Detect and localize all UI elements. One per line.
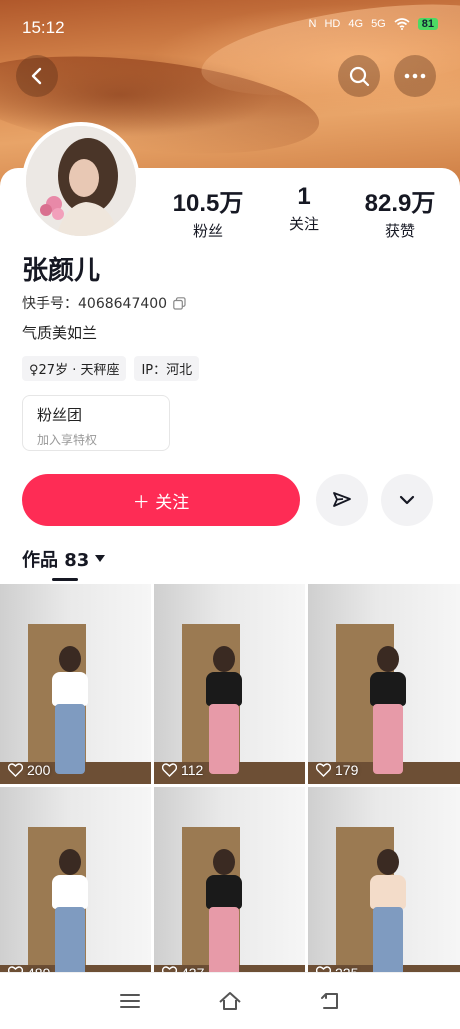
copy-icon[interactable] (173, 296, 186, 310)
caret-down-icon (95, 555, 106, 562)
follow-button[interactable]: ＋ 关注 (22, 474, 300, 526)
stat-label: 关注 (288, 215, 319, 233)
signal-4g-icon: 4G (348, 18, 364, 30)
thumbnail-person (370, 875, 406, 909)
thumbnail-person (206, 875, 242, 909)
user-id: 快手号：4068647400 (22, 296, 168, 312)
profile-bio: 气质美如兰 (22, 324, 98, 342)
work-thumbnail[interactable]: 225 (308, 787, 460, 987)
user-id-row: 快手号：4068647400 (22, 293, 186, 313)
home-icon[interactable] (218, 991, 242, 1011)
like-count-value: 112 (181, 762, 204, 778)
stat-number: 1 (297, 183, 311, 210)
like-count: 179 (316, 762, 358, 778)
share-button[interactable] (316, 474, 368, 526)
thumbnail-person (59, 646, 81, 672)
thumbnail-person (59, 849, 81, 875)
thumbnail-person (213, 849, 235, 875)
work-thumbnail[interactable]: 200 (0, 584, 151, 784)
like-count: 200 (8, 762, 50, 778)
work-thumbnail[interactable]: 112 (154, 584, 305, 784)
stat-likes[interactable]: 82.9万 获赞 (352, 183, 448, 241)
stat-number: 82.9万 (364, 190, 436, 217)
thumbnail-person (373, 704, 403, 774)
stat-followers[interactable]: 10.5万 粉丝 (160, 183, 256, 241)
system-nav-bar (0, 972, 460, 1029)
status-bar: 15:12 N HD 4G 5G 81 (0, 0, 460, 56)
stat-following[interactable]: 1 关注 (256, 183, 352, 234)
stat-number: 10.5万 (172, 190, 244, 217)
thumbnail-person (370, 672, 406, 706)
avatar[interactable] (22, 122, 140, 240)
status-time: 15:12 (22, 18, 65, 37)
wifi-icon (394, 18, 410, 30)
works-label: 作品 83 (22, 550, 90, 571)
search-button[interactable] (338, 55, 380, 97)
expand-button[interactable] (381, 474, 433, 526)
more-icon (404, 73, 426, 79)
heart-icon (316, 763, 331, 777)
work-thumbnail[interactable]: 489 (0, 787, 151, 987)
profile-stats: 10.5万 粉丝 1 关注 82.9万 获赞 (160, 183, 450, 240)
fan-club-subtitle: 加入享特权 (37, 433, 98, 447)
thumbnail-person (209, 907, 239, 977)
works-grid: 200 112 179 489437225 (0, 584, 460, 987)
stat-label: 获赞 (384, 222, 415, 240)
status-indicators: N HD 4G 5G 81 (309, 18, 438, 30)
tab-indicator (52, 578, 78, 581)
thumbnail-person (55, 704, 85, 774)
thumbnail-person (373, 907, 403, 977)
more-button[interactable] (394, 55, 436, 97)
like-count: 112 (162, 762, 203, 778)
heart-icon (162, 763, 177, 777)
thumbnail-person (206, 672, 242, 706)
signal-5g-icon: 5G (371, 18, 386, 30)
thumbnail-person (52, 672, 88, 706)
silent-icon: N (308, 18, 317, 30)
work-thumbnail[interactable]: 437 (154, 787, 305, 987)
avatar-image (26, 126, 136, 236)
battery-icon: 81 (417, 18, 438, 30)
like-count-value: 179 (335, 762, 359, 778)
fan-club-title: 粉丝团 (37, 406, 83, 424)
work-thumbnail[interactable]: 179 (308, 584, 460, 784)
thumbnail-person (377, 646, 399, 672)
thumbnail-person (213, 646, 235, 672)
profile-name: 张颜儿 (22, 256, 101, 286)
follow-label: ＋ 关注 (132, 492, 190, 513)
hd-icon: HD (324, 18, 341, 30)
back-icon[interactable] (319, 991, 341, 1011)
send-icon (333, 492, 351, 507)
chevron-left-icon (31, 67, 42, 85)
age-tag: ♀27岁 · 天秤座 (22, 356, 127, 381)
thumbnail-person (209, 704, 239, 774)
tab-works[interactable]: 作品 83 (22, 546, 106, 572)
thumbnail-person (55, 907, 85, 977)
thumbnail-person (52, 875, 88, 909)
stat-label: 粉丝 (192, 222, 223, 240)
fan-club-card[interactable]: 粉丝团 加入享特权 (22, 395, 170, 451)
profile-tags: ♀27岁 · 天秤座 IP：河北 (22, 356, 200, 381)
like-count-value: 200 (27, 762, 51, 778)
heart-icon (8, 763, 23, 777)
thumbnail-person (377, 849, 399, 875)
ip-tag: IP：河北 (134, 356, 200, 381)
menu-icon[interactable] (119, 992, 141, 1010)
search-icon (349, 66, 370, 87)
back-button[interactable] (16, 55, 58, 97)
chevron-down-icon (399, 495, 415, 505)
